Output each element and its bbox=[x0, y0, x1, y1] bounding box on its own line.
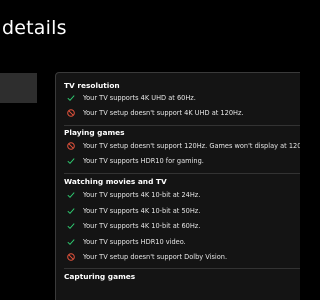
blocked-icon bbox=[67, 253, 75, 261]
blocked-icon bbox=[67, 142, 75, 150]
capability-row: Your TV supports HDR10 video. bbox=[67, 236, 186, 248]
tv-details-page: details TV resolution Your TV supports 4… bbox=[0, 0, 300, 300]
left-nav-tile[interactable] bbox=[0, 73, 37, 103]
capability-row: Your TV setup doesn't support 120Hz. Gam… bbox=[67, 140, 300, 152]
capability-row: Your TV supports 4K 10-bit at 60Hz. bbox=[67, 220, 200, 232]
capability-text: Your TV setup doesn't support 120Hz. Gam… bbox=[83, 142, 300, 150]
section-heading-watching-movies: Watching movies and TV bbox=[64, 177, 167, 186]
section-heading-capturing-games: Capturing games bbox=[64, 272, 136, 281]
checkmark-icon bbox=[67, 207, 75, 215]
capability-row: Your TV setup doesn't support Dolby Visi… bbox=[67, 251, 227, 263]
capability-text: Your TV supports HDR10 for gaming. bbox=[83, 157, 204, 165]
capability-row: Your TV supports 4K 10-bit at 24Hz. bbox=[67, 189, 200, 201]
section-divider bbox=[64, 173, 300, 174]
checkmark-icon bbox=[67, 157, 75, 165]
capability-row: Your TV supports 4K 10-bit at 50Hz. bbox=[67, 205, 200, 217]
tv-capabilities-panel: TV resolution Your TV supports 4K UHD at… bbox=[55, 72, 300, 300]
capability-text: Your TV supports 4K UHD at 60Hz. bbox=[83, 94, 196, 102]
capability-row: Your TV supports 4K UHD at 60Hz. bbox=[67, 92, 196, 104]
page-title: details bbox=[2, 17, 67, 39]
checkmark-icon bbox=[67, 238, 75, 246]
section-heading-playing-games: Playing games bbox=[64, 128, 125, 137]
capability-text: Your TV setup doesn't support 4K UHD at … bbox=[83, 109, 244, 117]
capability-text: Your TV supports 4K 10-bit at 60Hz. bbox=[83, 222, 201, 230]
checkmark-icon bbox=[67, 222, 75, 230]
checkmark-icon bbox=[67, 94, 75, 102]
capability-text: Your TV setup doesn't support Dolby Visi… bbox=[83, 253, 228, 261]
capability-row: Your TV setup doesn't support 4K UHD at … bbox=[67, 107, 244, 119]
capability-row: Your TV supports HDR10 for gaming. bbox=[67, 155, 204, 167]
blocked-icon bbox=[67, 109, 75, 117]
section-divider bbox=[64, 125, 300, 126]
section-heading-tv-resolution: TV resolution bbox=[64, 81, 120, 90]
section-divider bbox=[64, 268, 300, 269]
capability-text: Your TV supports 4K 10-bit at 24Hz. bbox=[83, 191, 201, 199]
capability-text: Your TV supports HDR10 video. bbox=[83, 238, 186, 246]
capability-text: Your TV supports 4K 10-bit at 50Hz. bbox=[83, 207, 201, 215]
checkmark-icon bbox=[67, 191, 75, 199]
